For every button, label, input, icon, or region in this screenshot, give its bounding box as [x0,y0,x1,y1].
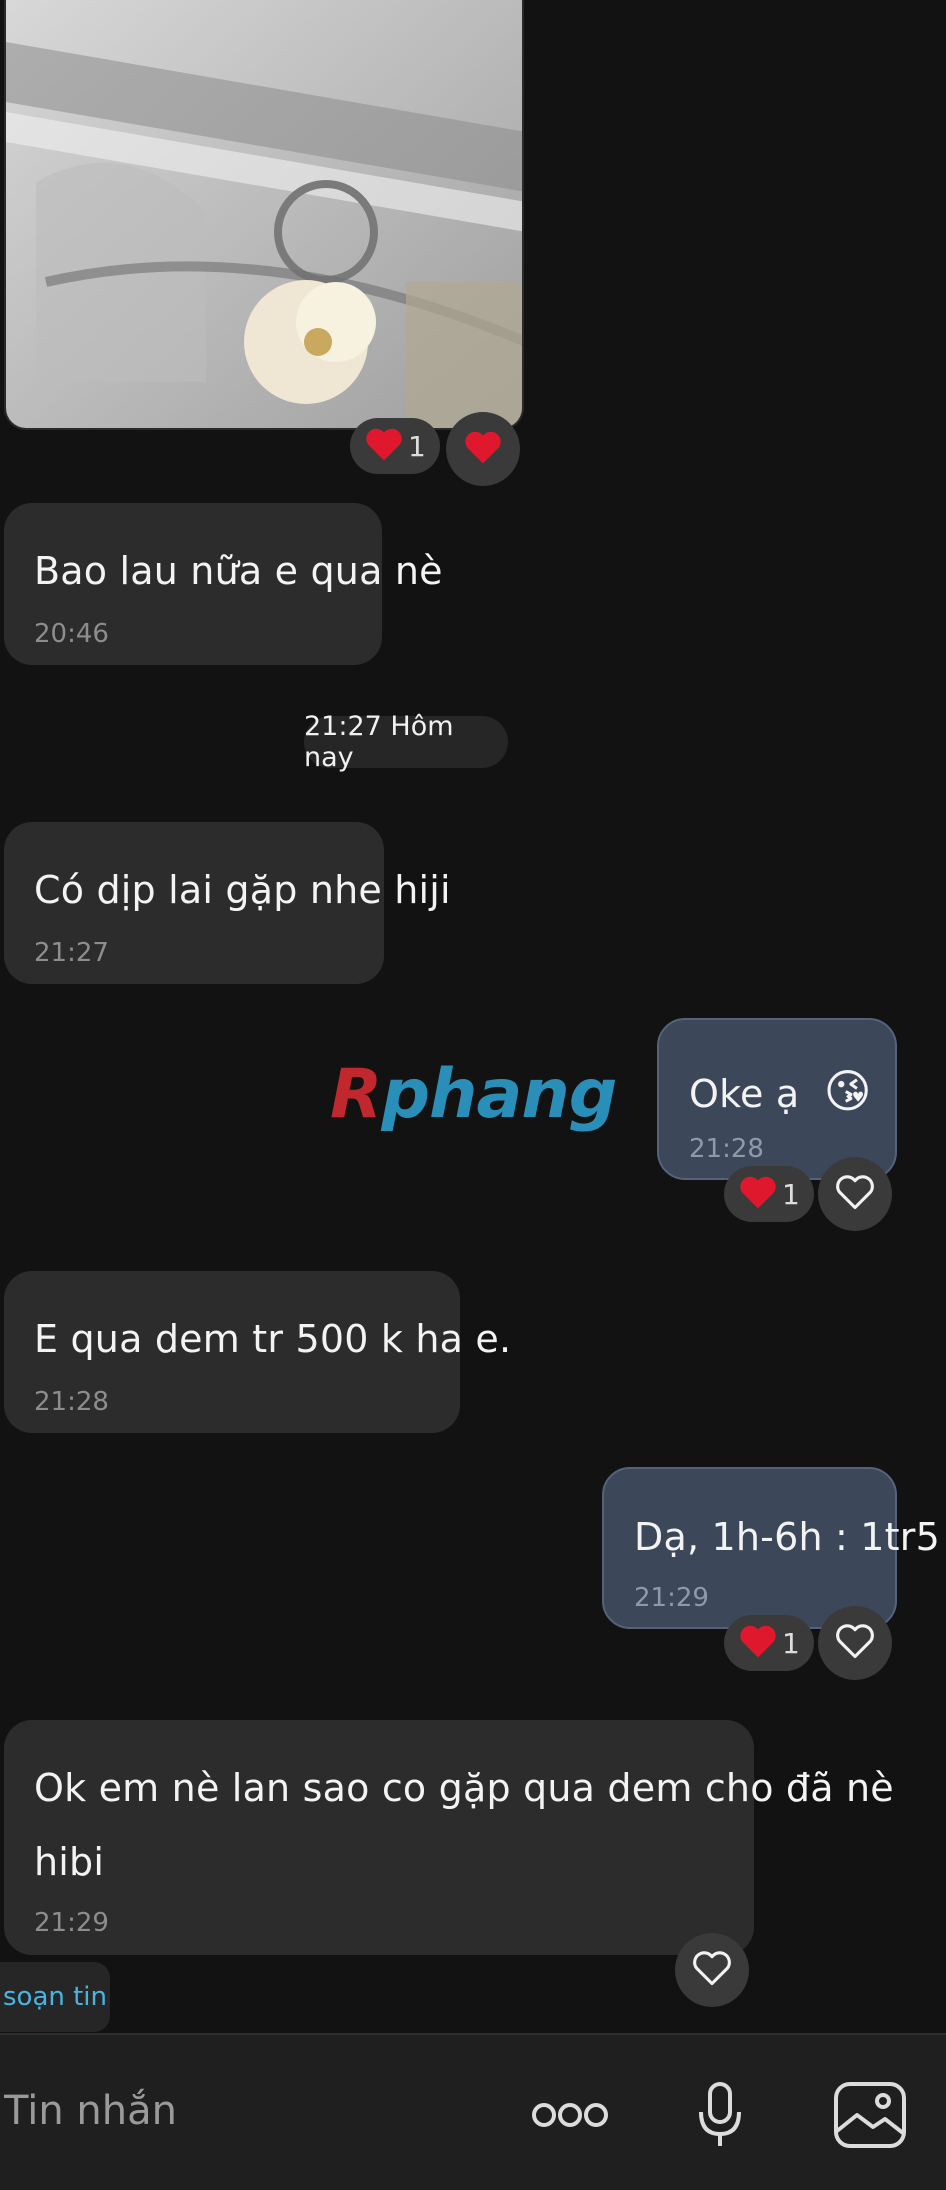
more-icon[interactable] [530,2075,610,2155]
message-time: 21:28 [34,1387,109,1417]
watermark-logo: Rphang [330,1055,617,1134]
heart-icon [463,429,503,469]
image-icon[interactable] [830,2075,910,2155]
reaction-count-badge[interactable]: 1 [724,1166,814,1222]
microphone-icon[interactable] [680,2075,760,2155]
heart-outline-icon [834,1173,876,1215]
message-text: E qua dem tr 500 k ha e. [34,1317,512,1361]
incoming-message[interactable]: Có dịp lai gặp nhe hiji 21:27 [4,822,451,984]
composer-bar [0,2033,946,2190]
compose-hint[interactable]: soạn tin [0,1962,110,2032]
react-heart-button[interactable] [446,412,520,486]
incoming-message[interactable]: E qua dem tr 500 k ha e. 21:28 [4,1271,511,1433]
message-text: Oke ạ 😘 [689,1064,872,1118]
message-time: 21:29 [34,1908,109,1938]
react-heart-button[interactable] [818,1606,892,1680]
message-time: 21:29 [634,1583,709,1613]
outgoing-message[interactable]: Oke ạ 😘 21:28 [657,1018,897,1180]
heart-icon [738,1174,778,1214]
message-text: Có dịp lai gặp nhe hiji [34,868,451,912]
date-separator: 21:27 Hôm nay [304,711,508,773]
reaction-count-badge[interactable]: 1 [724,1615,814,1671]
reaction-count: 1 [782,1177,800,1211]
message-text: Dạ, 1h-6h : 1tr5 [634,1515,940,1559]
heart-icon [738,1623,778,1663]
outgoing-message[interactable]: Dạ, 1h-6h : 1tr5 21:29 [602,1467,940,1629]
message-text: Bao lau nữa e qua nè [34,549,443,593]
incoming-message[interactable]: Bao lau nữa e qua nè 20:46 [4,503,443,665]
message-time: 21:28 [689,1134,764,1164]
message-text: Ok em nè lan sao co gặp qua dem cho đã n… [34,1766,894,1810]
heart-icon [364,426,404,466]
react-heart-button[interactable] [675,1933,749,2007]
message-time: 21:27 [34,938,109,968]
reaction-count: 1 [408,429,426,463]
message-input[interactable] [4,2075,504,2147]
heart-outline-icon [691,1949,733,1991]
incoming-message[interactable]: Ok em nè lan sao co gặp qua dem cho đã n… [4,1720,894,1955]
heart-outline-icon [834,1622,876,1664]
message-time: 20:46 [34,619,109,649]
react-heart-button[interactable] [818,1157,892,1231]
reaction-count-badge[interactable]: 1 [350,418,440,474]
photo-attachment[interactable] [4,0,524,430]
message-text: hibi [34,1840,105,1884]
kissing-face-emoji: 😘 [823,1064,872,1118]
reaction-count: 1 [782,1626,800,1660]
